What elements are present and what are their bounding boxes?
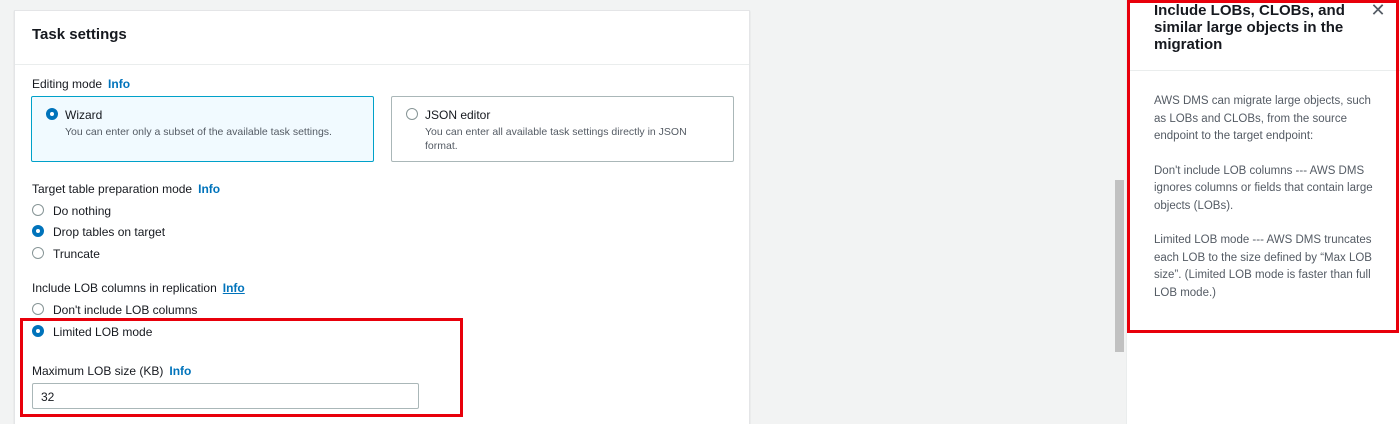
dont-include-lob-radio[interactable] <box>32 303 44 315</box>
json-editor-description: You can enter all available task setting… <box>425 126 687 152</box>
wizard-title: Wizard <box>65 108 103 122</box>
page-title: Task settings <box>32 26 127 43</box>
wizard-tile[interactable]: Wizard You can enter only a subset of th… <box>31 96 374 162</box>
json-editor-tile[interactable]: JSON editor You can enter all available … <box>391 96 734 162</box>
json-editor-title: JSON editor <box>425 108 491 122</box>
highlight-box-help <box>1127 0 1399 333</box>
lob-label-row: Include LOB columns in replication Info <box>32 281 245 295</box>
lob-info-link[interactable]: Info <box>223 281 245 295</box>
target-prep-label: Target table preparation mode <box>32 182 193 196</box>
panel-header: Task settings <box>15 11 749 65</box>
lob-label: Include LOB columns in replication <box>32 281 217 295</box>
do-nothing-label[interactable]: Do nothing <box>53 204 111 218</box>
scrollbar-thumb[interactable] <box>1115 180 1124 352</box>
highlight-box-lob <box>20 318 463 417</box>
dont-include-lob-label[interactable]: Don't include LOB columns <box>53 303 197 317</box>
target-prep-label-row: Target table preparation mode Info <box>32 182 220 196</box>
truncate-label[interactable]: Truncate <box>53 247 100 261</box>
do-nothing-radio[interactable] <box>32 204 44 216</box>
wizard-radio[interactable] <box>46 108 58 120</box>
editing-mode-label: Editing mode <box>32 77 103 91</box>
editing-mode-label-row: Editing mode Info <box>32 77 130 91</box>
target-prep-info-link[interactable]: Info <box>198 182 220 196</box>
truncate-radio[interactable] <box>32 247 44 259</box>
json-editor-radio[interactable] <box>406 108 418 120</box>
drop-tables-radio[interactable] <box>32 225 44 237</box>
wizard-description: You can enter only a subset of the avail… <box>65 126 332 138</box>
drop-tables-label[interactable]: Drop tables on target <box>53 225 165 239</box>
editing-mode-info-link[interactable]: Info <box>108 77 130 91</box>
